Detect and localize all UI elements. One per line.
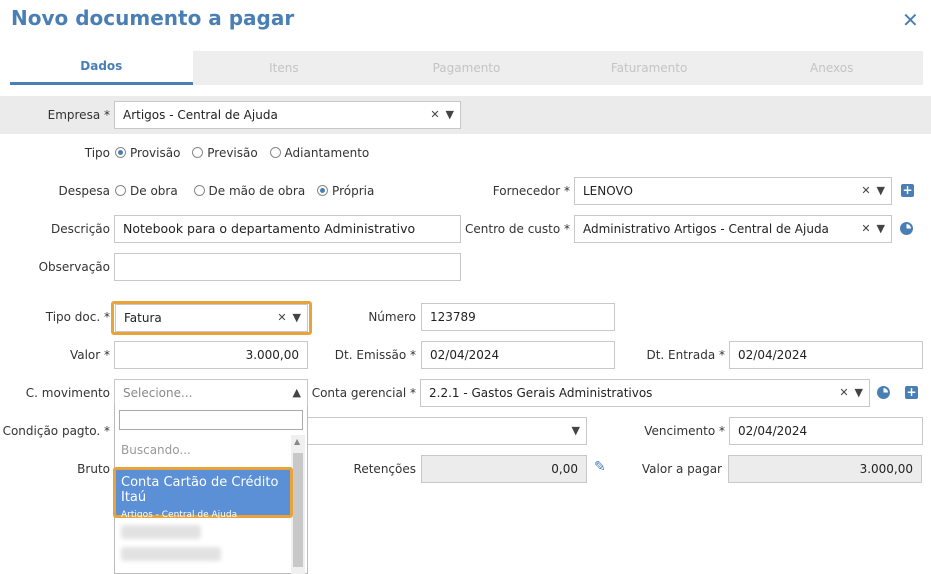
option-subtitle: Artigos - Central de Ajuda (121, 510, 238, 520)
conta-gerencial-select[interactable]: 2.2.1 - Gastos Gerais Administrativos ✕ ▼ (420, 379, 870, 407)
clear-icon[interactable]: ✕ (861, 222, 870, 235)
radio-checked-icon (115, 147, 126, 158)
blurred-option[interactable] (121, 525, 201, 539)
rateio-pie-icon[interactable] (877, 386, 890, 399)
observacao-label: Observação (38, 260, 110, 274)
descricao-input[interactable]: Notebook para o departamento Administrat… (114, 215, 461, 243)
centro-custo-select[interactable]: Administrativo Artigos - Central de Ajud… (574, 215, 892, 243)
dropdown-option-selected[interactable]: Conta Cartão de Crédito Itaú Artigos - C… (113, 467, 293, 520)
radio-icon (192, 147, 204, 158)
tipo-doc-select[interactable]: Fatura ✕ ▼ (115, 304, 308, 332)
blurred-option[interactable] (121, 547, 221, 561)
tipo-doc-value: Fatura (124, 311, 162, 325)
scroll-up-icon[interactable]: ▲ (294, 437, 300, 446)
clear-icon[interactable]: ✕ (430, 108, 439, 121)
radio-icon (115, 185, 126, 196)
bruto-label: Bruto (77, 462, 110, 476)
condicao-pagto-label: Condição pagto. * (2, 424, 110, 438)
dt-entrada-input[interactable]: 02/04/2024 (729, 341, 923, 369)
vencimento-input[interactable]: 02/04/2024 (729, 417, 923, 445)
valor-pagar-output: 3.000,00 (728, 455, 922, 483)
clear-icon[interactable]: ✕ (861, 184, 870, 197)
valor-input[interactable]: 3.000,00 (114, 341, 308, 369)
c-movimento-select[interactable]: Selecione... ▲ (114, 379, 308, 407)
centro-custo-value: Administrativo Artigos - Central de Ajud… (583, 222, 829, 236)
dropdown-scrollbar[interactable]: ▲ (291, 435, 305, 574)
dialog-title: Novo documento a pagar (11, 6, 295, 30)
tipo-option-previsao[interactable]: Previsão (192, 146, 258, 160)
clear-icon[interactable]: ✕ (277, 311, 286, 324)
dropdown-search-input[interactable] (119, 410, 303, 430)
tipo-option-provisao[interactable]: Provisão (115, 146, 180, 160)
close-icon[interactable]: ✕ (902, 8, 919, 32)
c-movimento-label: C. movimento (25, 386, 110, 400)
despesa-radio-group: De obra De mão de obra Própria (115, 184, 382, 198)
valor-pagar-label: Valor a pagar (641, 462, 722, 476)
empresa-label: Empresa * (47, 108, 110, 122)
despesa-label: Despesa (58, 184, 110, 198)
dt-emissao-input[interactable]: 02/04/2024 (421, 341, 615, 369)
tab-faturamento[interactable]: Faturamento (558, 51, 741, 85)
despesa-option-mao-de-obra[interactable]: De mão de obra (193, 184, 305, 198)
radio-checked-icon (317, 185, 329, 196)
numero-label: Número (368, 310, 416, 324)
empresa-select[interactable]: Artigos - Central de Ajuda ✕ ▼ (114, 101, 461, 129)
edit-pencil-icon[interactable]: ✎ (594, 459, 606, 475)
chevron-down-icon[interactable]: ▼ (877, 222, 885, 235)
observacao-input[interactable] (114, 253, 461, 281)
chevron-down-icon[interactable]: ▼ (877, 184, 885, 197)
dt-emissao-label: Dt. Emissão * (334, 348, 416, 362)
dt-entrada-label: Dt. Entrada * (646, 348, 725, 362)
empresa-value: Artigos - Central de Ajuda (123, 108, 278, 122)
fornecedor-label: Fornecedor * (492, 184, 570, 198)
chevron-down-icon[interactable]: ▼ (855, 386, 863, 399)
scrollbar-thumb[interactable] (293, 453, 303, 567)
chevron-up-icon[interactable]: ▲ (293, 380, 301, 406)
chevron-down-icon[interactable]: ▼ (293, 311, 301, 324)
descricao-label: Descrição (50, 222, 110, 236)
add-conta-gerencial-icon[interactable]: + (905, 386, 918, 399)
chevron-down-icon[interactable]: ▼ (446, 108, 454, 121)
rateio-pie-icon[interactable] (900, 222, 913, 235)
valor-label: Valor * (69, 348, 110, 362)
conta-gerencial-value: 2.2.1 - Gastos Gerais Administrativos (429, 386, 653, 400)
c-movimento-placeholder: Selecione... (123, 386, 193, 400)
tab-bar: Dados Itens Pagamento Faturamento Anexos (10, 51, 923, 85)
tab-anexos[interactable]: Anexos (740, 51, 923, 85)
tab-itens[interactable]: Itens (193, 51, 376, 85)
option-title: Conta Cartão de Crédito Itaú (121, 475, 279, 505)
dropdown-loading-text: Buscando... (121, 443, 191, 457)
retencoes-label: Retenções (353, 462, 416, 476)
fornecedor-select[interactable]: LENOVO ✕ ▼ (574, 177, 892, 205)
fornecedor-value: LENOVO (583, 184, 633, 198)
centro-custo-label: Centro de custo * (465, 222, 571, 236)
retencoes-output: 0,00 (421, 455, 587, 483)
add-fornecedor-icon[interactable]: + (901, 184, 914, 197)
radio-icon (269, 147, 281, 158)
despesa-option-propria[interactable]: Própria (317, 184, 374, 198)
tipo-doc-label: Tipo doc. * (45, 310, 110, 324)
conta-gerencial-label: Conta gerencial * (311, 386, 416, 400)
vencimento-label: Vencimento * (644, 424, 725, 438)
chevron-down-icon[interactable]: ▼ (572, 418, 580, 444)
tipo-option-adiantamento[interactable]: Adiantamento (269, 146, 369, 160)
tipo-label: Tipo (84, 146, 110, 160)
despesa-option-obra[interactable]: De obra (115, 184, 178, 198)
tab-pagamento[interactable]: Pagamento (375, 51, 558, 85)
clear-icon[interactable]: ✕ (839, 386, 848, 399)
tab-dados[interactable]: Dados (10, 51, 193, 85)
radio-icon (193, 185, 205, 196)
numero-input[interactable]: 123789 (421, 303, 615, 331)
tipo-radio-group: Provisão Previsão Adiantamento (115, 146, 377, 160)
